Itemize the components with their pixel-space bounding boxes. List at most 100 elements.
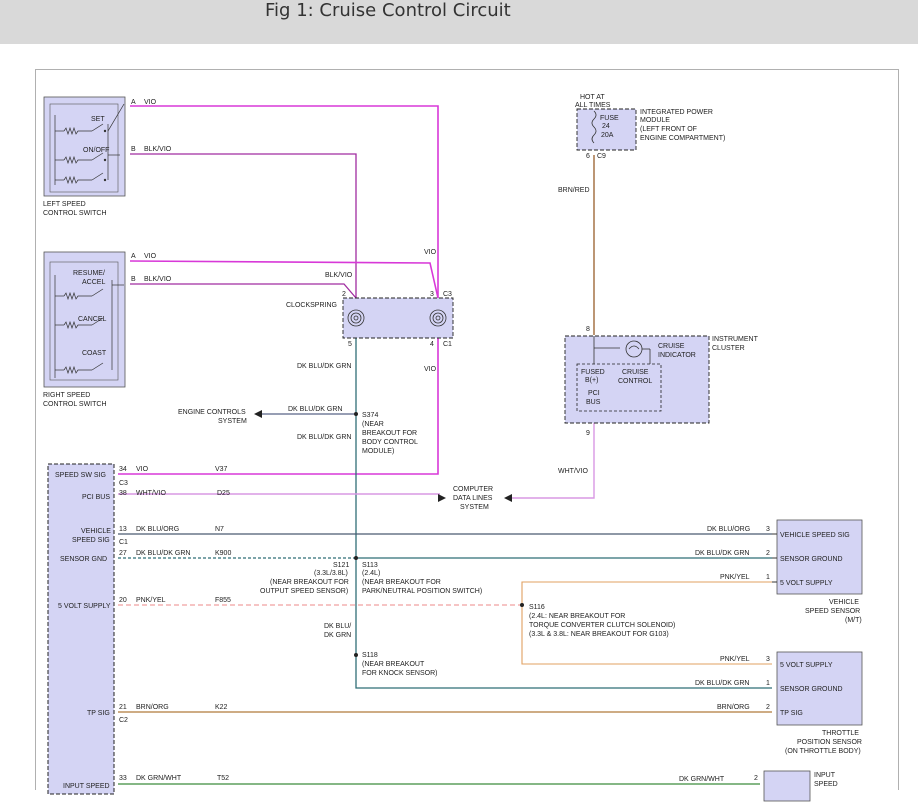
svg-text:D25: D25 [217,490,230,497]
pcm-row-sensor-gnd: SENSOR GND [60,556,107,563]
svg-text:B: B [131,276,136,283]
svg-text:PNK/YEL: PNK/YEL [136,597,166,604]
cruise-indicator-2: INDICATOR [658,352,696,359]
fuse-label-2: 24 [602,123,610,130]
svg-text:8: 8 [586,326,590,333]
svg-text:BRN/ORG: BRN/ORG [136,704,169,711]
svg-text:5: 5 [348,341,352,348]
svg-text:OUTPUT SPEED SENSOR): OUTPUT SPEED SENSOR) [260,588,348,595]
pcm-row-vss-2: SPEED SIG [72,537,110,544]
powertrain-control-module: SPEED SW SIG PCI BUS VEHICLE SPEED SIG S… [47,463,115,795]
clockspring: CLOCKSPRING [286,297,454,339]
svg-text:THROTTLE: THROTTLE [822,730,859,737]
svg-text:ENGINE CONTROLS: ENGINE CONTROLS [178,409,246,416]
svg-text:WHT/VIO: WHT/VIO [558,468,588,475]
input-speed-sensor: DK GRN/WHT 2 INPUT SPEED [679,770,838,802]
svg-text:DK BLU/ORG: DK BLU/ORG [136,526,179,533]
svg-text:DK BLU/DK GRN: DK BLU/DK GRN [288,406,342,413]
splice-s116 [520,603,524,607]
throttle-position-sensor: 5 VOLT SUPPLY SENSOR GROUND TP SIG 3 1 2… [695,651,863,755]
svg-text:VIO: VIO [144,253,157,260]
svg-text:9: 9 [586,430,590,437]
hot-label-2: ALL TIMES [575,102,611,109]
svg-text:BRN/ORG: BRN/ORG [717,704,750,711]
svg-text:(2.4L: NEAR BREAKOUT FOR: (2.4L: NEAR BREAKOUT FOR [529,613,625,620]
right-speed-control-switch: RESUME/ ACCEL CANCEL COAST RIGHT SPEED C… [43,251,126,408]
svg-text:38: 38 [119,490,127,497]
svg-text:WHT/VIO: WHT/VIO [136,490,166,497]
svg-text:PARK/NEUTRAL POSITION SWITCH): PARK/NEUTRAL POSITION SWITCH) [362,588,482,595]
splice-s113 [354,556,358,560]
svg-text:(NEAR BREAKOUT: (NEAR BREAKOUT [362,661,425,668]
svg-text:BLK/VIO: BLK/VIO [144,146,172,153]
svg-text:C2: C2 [119,717,128,724]
svg-text:V37: V37 [215,466,228,473]
svg-text:VIO: VIO [144,99,157,106]
svg-text:VIO: VIO [424,249,437,256]
left-switch-name-2: CONTROL SWITCH [43,210,107,217]
svg-text:DK BLU/DK GRN: DK BLU/DK GRN [297,363,351,370]
svg-text:T52: T52 [217,775,229,782]
svg-text:1: 1 [766,574,770,581]
arrow-data-right [504,494,512,502]
svg-text:FOR KNOCK SENSOR): FOR KNOCK SENSOR) [362,670,437,677]
svg-text:VEHICLE: VEHICLE [829,599,859,606]
wiring-diagram: SET ON/OFF LEFT SPEED CONTROL SWITCH RES… [43,94,863,802]
cluster-label-2: CLUSTER [712,345,745,352]
svg-text:DK BLU/ORG: DK BLU/ORG [707,526,750,533]
svg-text:DATA LINES: DATA LINES [453,495,493,502]
svg-text:C1: C1 [443,341,452,348]
pcm-row-tp: TP SIG [87,710,110,717]
svg-text:DK BLU/DK GRN: DK BLU/DK GRN [136,550,190,557]
svg-text:BRN/RED: BRN/RED [558,187,590,194]
svg-text:BREAKOUT FOR: BREAKOUT FOR [362,430,417,437]
resume-label-2: ACCEL [82,279,105,286]
left-speed-control-switch: SET ON/OFF LEFT SPEED CONTROL SWITCH [43,96,126,217]
svg-text:SYSTEM: SYSTEM [460,504,489,511]
svg-text:3: 3 [766,656,770,663]
svg-text:DK BLU/DK GRN: DK BLU/DK GRN [695,680,749,687]
right-switch-name-1: RIGHT SPEED [43,392,90,399]
svg-text:SYSTEM: SYSTEM [218,418,247,425]
svg-text:C1: C1 [119,539,128,546]
svg-text:DK GRN/WHT: DK GRN/WHT [136,775,182,782]
svg-text:F855: F855 [215,597,231,604]
svg-text:1: 1 [766,680,770,687]
svg-text:S121: S121 [333,562,349,569]
ipm-label-3: (LEFT FRONT OF [640,126,697,133]
svg-text:4: 4 [430,341,434,348]
svg-text:DK BLU/DK GRN: DK BLU/DK GRN [297,434,351,441]
svg-text:K22: K22 [215,704,228,711]
svg-text:(2.4L): (2.4L) [362,570,380,577]
svg-text:S116: S116 [529,604,545,611]
cruise-control-2: CONTROL [618,378,652,385]
instrument-cluster: CRUISE INDICATOR INSTRUMENT CLUSTER FUSE… [564,335,759,424]
wire-blk-vio-2 [130,283,357,299]
svg-text:BLK/VIO: BLK/VIO [144,276,172,283]
svg-text:SENSOR GROUND: SENSOR GROUND [780,556,843,563]
svg-text:TP SIG: TP SIG [780,710,803,717]
svg-text:2: 2 [766,550,770,557]
svg-text:C9: C9 [597,153,606,160]
svg-text:(3.3L/3.8L): (3.3L/3.8L) [314,570,348,577]
svg-text:K900: K900 [215,550,231,557]
svg-text:A: A [131,253,136,260]
splice-s374 [354,412,358,416]
pcm-row-5v: 5 VOLT SUPPLY [58,603,111,610]
wire-set-vio-1 [130,105,439,298]
svg-text:BODY CONTROL: BODY CONTROL [362,439,418,446]
hot-label-1: HOT AT [580,94,605,101]
resume-label-1: RESUME/ [73,270,105,277]
svg-text:(M/T): (M/T) [845,617,862,624]
vehicle-speed-sensor: VEHICLE SPEED SIG SENSOR GROUND 5 VOLT S… [695,519,863,624]
svg-text:S118: S118 [362,652,378,659]
svg-text:5 VOLT SUPPLY: 5 VOLT SUPPLY [780,580,833,587]
svg-text:N7: N7 [215,526,224,533]
ipm-label-2: MODULE [640,117,670,124]
svg-text:BLK/VIO: BLK/VIO [325,272,353,279]
cruise-control-1: CRUISE [622,369,649,376]
svg-text:3: 3 [430,291,434,298]
fuse-label-1: FUSE [600,115,619,122]
svg-text:DK GRN/WHT: DK GRN/WHT [679,776,725,783]
svg-text:VIO: VIO [424,366,437,373]
